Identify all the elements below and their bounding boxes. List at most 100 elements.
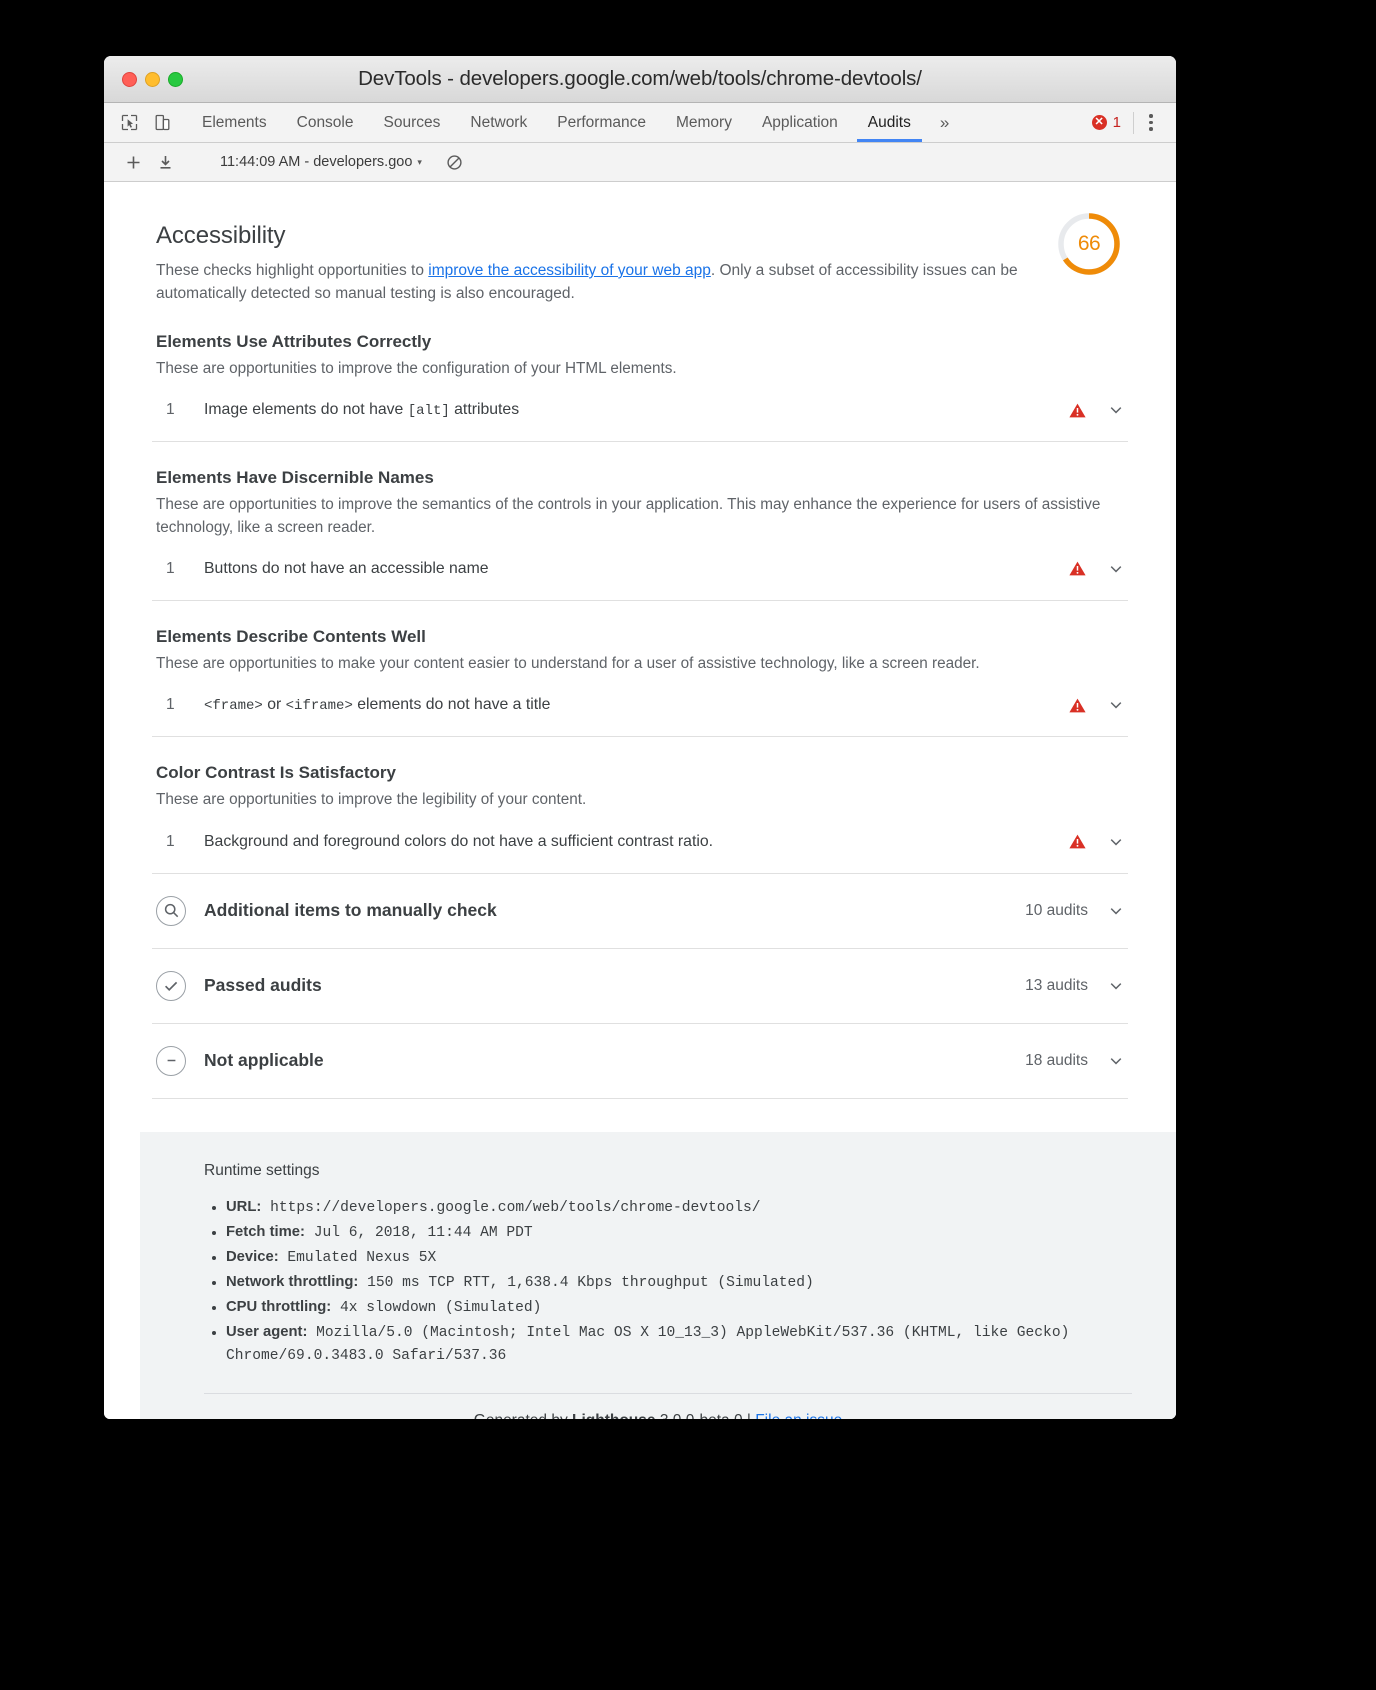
audit-title: Buttons do not have an accessible name: [204, 559, 489, 577]
report-selector[interactable]: 11:44:09 AM - developers.goo ▾: [220, 154, 422, 170]
inspect-element-icon[interactable]: [118, 112, 140, 134]
audit-row[interactable]: 1 Image elements do not have [alt] attri…: [152, 401, 1128, 443]
devtools-window: DevTools - developers.google.com/web/too…: [104, 56, 1176, 1419]
expand-section-chevron-icon[interactable]: [1104, 903, 1128, 919]
tab-label: Audits: [867, 113, 911, 131]
file-an-issue-link[interactable]: File an issue: [755, 1412, 842, 1419]
list-item: CPU throttling: 4x slowdown (Simulated): [226, 1296, 1132, 1319]
section-manual-checks[interactable]: Additional items to manually check 10 au…: [152, 874, 1128, 949]
runtime-settings-title: Runtime settings: [204, 1161, 320, 1179]
tab-elements[interactable]: Elements: [187, 103, 282, 142]
tab-application[interactable]: Application: [747, 103, 853, 142]
device-toolbar-icon[interactable]: [151, 112, 173, 134]
runtime-label: Device:: [226, 1248, 279, 1265]
minimize-window-button[interactable]: [145, 71, 160, 87]
tab-audits[interactable]: Audits: [853, 103, 926, 142]
download-report-button[interactable]: [150, 148, 180, 176]
list-item: Network throttling: 150 ms TCP RTT, 1,63…: [226, 1271, 1132, 1294]
devtools-tabs: Elements Console Sources Network Perform…: [187, 103, 963, 142]
window-title: DevTools - developers.google.com/web/too…: [358, 67, 922, 90]
close-window-button[interactable]: [122, 71, 137, 87]
tab-performance[interactable]: Performance: [542, 103, 661, 142]
window-titlebar: DevTools - developers.google.com/web/too…: [104, 56, 1176, 103]
expand-section-chevron-icon[interactable]: [1104, 978, 1128, 994]
audit-index: 1: [166, 832, 175, 850]
category-description: These checks highlight opportunities to …: [156, 260, 1051, 306]
section-label: Not applicable: [204, 1050, 324, 1071]
devtools-tabbar-right: ✕ 1: [1086, 103, 1176, 142]
audit-code: <frame>: [204, 698, 263, 715]
tab-label: Application: [761, 113, 838, 131]
runtime-value: Jul 6, 2018, 11:44 AM PDT: [313, 1224, 533, 1241]
audit-text-mid: or: [262, 696, 286, 714]
zoom-window-button[interactable]: [168, 71, 183, 87]
section-passed-audits[interactable]: Passed audits 13 audits: [152, 949, 1128, 1024]
audit-row[interactable]: 1 Background and foreground colors do no…: [152, 833, 1128, 874]
group-description: These are opportunities to improve the c…: [156, 359, 677, 377]
accessibility-docs-link[interactable]: improve the accessibility of your web ap…: [428, 262, 711, 279]
tab-console[interactable]: Console: [282, 103, 369, 142]
score-value: 66: [1077, 232, 1101, 255]
tab-memory[interactable]: Memory: [661, 103, 747, 142]
expand-audit-chevron-icon[interactable]: [1104, 402, 1128, 418]
group-description: These are opportunities to make your con…: [156, 654, 980, 672]
audit-text-pre: Image elements do not have: [204, 401, 408, 419]
runtime-label: URL:: [226, 1198, 262, 1215]
runtime-value: https://developers.google.com/web/tools/…: [270, 1199, 761, 1216]
runtime-label: CPU throttling:: [226, 1299, 332, 1316]
list-item: User agent: Mozilla/5.0 (Macintosh; Inte…: [226, 1321, 1132, 1366]
audit-row[interactable]: 1 <frame> or <iframe> elements do not ha…: [152, 696, 1128, 738]
audit-title: Background and foreground colors do not …: [204, 832, 714, 850]
expand-audit-chevron-icon[interactable]: [1104, 697, 1128, 713]
runtime-settings-content: Runtime settings URL: https://developers…: [140, 1162, 1176, 1367]
error-badge[interactable]: ✕ 1: [1086, 114, 1133, 131]
section-label: Passed audits: [204, 975, 322, 996]
runtime-value: Emulated Nexus 5X: [287, 1249, 437, 1266]
clear-all-button[interactable]: [446, 154, 463, 171]
expand-audit-chevron-icon[interactable]: [1104, 561, 1128, 577]
tab-label: Memory: [675, 113, 732, 131]
tab-network[interactable]: Network: [455, 103, 542, 142]
chevron-down-icon: ▾: [417, 156, 422, 167]
audit-title: Image elements do not have [alt] attribu…: [204, 401, 1069, 419]
runtime-label: User agent:: [226, 1324, 308, 1341]
group-title: Elements Have Discernible Names: [156, 468, 434, 488]
expand-section-chevron-icon[interactable]: [1104, 1053, 1128, 1069]
screenshot-root: DevTools - developers.google.com/web/too…: [0, 0, 1376, 1690]
section-count: 18 audits: [1025, 1051, 1088, 1069]
error-icon: ✕: [1091, 115, 1107, 130]
audits-toolbar: 11:44:09 AM - developers.goo ▾: [104, 143, 1176, 182]
warning-triangle-icon: [1069, 834, 1086, 849]
section-count: 13 audits: [1025, 976, 1088, 994]
traffic-lights: [122, 71, 183, 87]
report-content: Accessibility These checks highlight opp…: [104, 182, 1176, 1419]
page-title: Accessibility: [156, 222, 286, 249]
warning-triangle-icon: [1069, 698, 1086, 713]
new-audit-button[interactable]: [118, 148, 148, 176]
group-description: These are opportunities to improve the s…: [156, 496, 1101, 536]
audit-group-color-contrast: Color Contrast Is Satisfactory These are…: [152, 737, 1128, 874]
devtools-tool-icons: [104, 103, 179, 142]
footer-version: 3.0.0-beta.0: [656, 1412, 743, 1419]
expand-audit-chevron-icon[interactable]: [1104, 834, 1128, 850]
group-description: These are opportunities to improve the l…: [156, 791, 587, 809]
list-item: Device: Emulated Nexus 5X: [226, 1246, 1132, 1269]
tab-sources[interactable]: Sources: [369, 103, 456, 142]
footer-separator: |: [743, 1412, 756, 1419]
more-options-icon[interactable]: [1134, 114, 1168, 131]
audit-index: 1: [166, 559, 175, 577]
audit-row[interactable]: 1 Buttons do not have an accessible name: [152, 560, 1128, 601]
error-count: 1: [1112, 114, 1121, 131]
list-item: Fetch time: Jul 6, 2018, 11:44 AM PDT: [226, 1221, 1132, 1244]
warning-triangle-icon: [1069, 403, 1086, 418]
section-not-applicable[interactable]: Not applicable 18 audits: [152, 1024, 1128, 1099]
audit-text-post: elements do not have a title: [352, 696, 551, 714]
tab-label: Sources: [383, 113, 441, 131]
more-tabs-icon[interactable]: »: [926, 103, 963, 142]
tab-label: Network: [470, 113, 528, 131]
audit-index: 1: [166, 401, 175, 419]
runtime-label: Network throttling:: [226, 1274, 359, 1291]
audit-group-describe-contents: Elements Describe Contents Well These ar…: [152, 601, 1128, 738]
category-header: Accessibility These checks highlight opp…: [152, 182, 1128, 306]
group-title: Elements Describe Contents Well: [156, 626, 426, 646]
